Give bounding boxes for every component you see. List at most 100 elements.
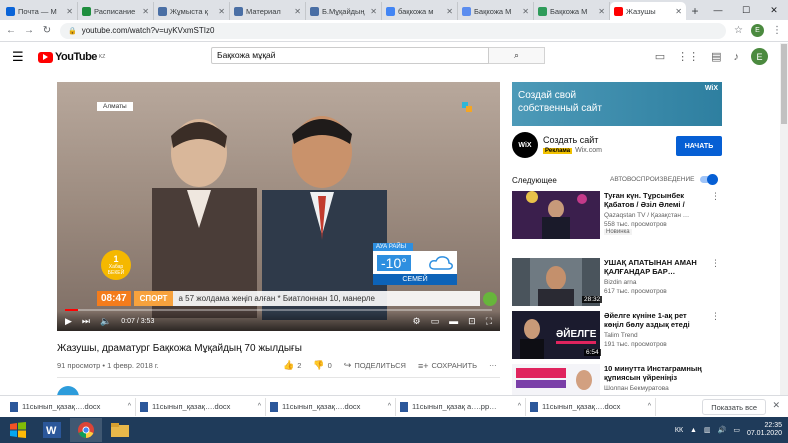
ad-title[interactable]: Создать сайт	[543, 135, 598, 145]
download-item[interactable]: 11сынып_қазақ а….pp… ^	[396, 397, 526, 416]
browser-tab[interactable]: Жазушы ✕	[610, 2, 686, 20]
windows-taskbar: W КК ▲ ▥ 🔊 ▭ 22:35 07.01.2020	[0, 417, 788, 443]
video-duration: 28:32	[582, 296, 603, 303]
video-meta: 91 просмотр • 1 февр. 2018 г.	[57, 361, 159, 370]
search-button[interactable]: ⌕	[489, 47, 545, 64]
tab-close-icon[interactable]: ✕	[294, 7, 301, 16]
windows-logo-icon	[10, 422, 26, 438]
speaker-icon[interactable]: 🔊	[718, 426, 727, 434]
chevron-up-icon[interactable]: ^	[518, 403, 521, 410]
broadcast-time: 08:47	[97, 291, 131, 306]
close-downloads-icon[interactable]: ✕	[772, 400, 780, 411]
fullscreen-icon[interactable]: ⛶	[486, 316, 492, 327]
download-item[interactable]: 11сынып_қазақ….docx ^	[526, 397, 656, 416]
dislike-button[interactable]: 👎 0	[313, 360, 331, 371]
ad-banner[interactable]: Создай свой собственный сайт WiX	[512, 82, 722, 126]
play-icon[interactable]: ▶	[65, 316, 72, 327]
word-app-button[interactable]: W	[36, 418, 68, 442]
search-input[interactable]: Бақкожа мұқай	[211, 47, 489, 64]
browser-tab[interactable]: Бақкожа М ✕	[534, 2, 610, 20]
more-options-icon[interactable]: ⋮	[711, 311, 720, 322]
ad-start-button[interactable]: НАЧАТЬ	[676, 136, 722, 156]
create-video-icon[interactable]: ▭	[655, 50, 665, 63]
chrome-icon	[78, 422, 94, 438]
minimize-icon[interactable]: —	[704, 0, 732, 20]
settings-gear-icon[interactable]: ⚙	[413, 316, 421, 327]
thumbs-down-icon: 👎	[313, 360, 325, 370]
tab-label: Почта — М	[18, 6, 57, 16]
forward-icon[interactable]: →	[24, 25, 34, 36]
advertiser-logo[interactable]: WiX	[512, 132, 538, 158]
list-item[interactable]: 28:32 УШАҚ АПАТЫНАН АМАН ҚАЛҒАНДАР БАР… …	[512, 258, 722, 308]
like-button[interactable]: 👍 2	[283, 360, 301, 371]
scrollbar-thumb[interactable]	[781, 44, 787, 124]
chevron-up-icon[interactable]: ^	[648, 403, 651, 410]
profile-avatar[interactable]: E	[751, 24, 764, 37]
tab-close-icon[interactable]: ✕	[446, 7, 453, 16]
start-button[interactable]	[2, 418, 34, 442]
miniplayer-icon[interactable]: ▭	[431, 316, 440, 327]
address-bar[interactable]: 🔒 youtube.com/watch?v=uyKVxmSTIz0	[60, 22, 727, 39]
back-icon[interactable]: ←	[6, 25, 16, 36]
browser-tab[interactable]: Расписание ✕	[78, 2, 154, 20]
browser-tab[interactable]: бақкожа м ✕	[382, 2, 458, 20]
list-item[interactable]: ӘЙЕЛГЕ 6:54 Әйелге күніне 1-ақ рет көңіл…	[512, 311, 722, 361]
network-icon[interactable]: ▥	[704, 426, 711, 434]
reload-icon[interactable]: ↻	[42, 25, 52, 36]
lock-icon: 🔒	[68, 27, 77, 35]
tab-close-icon[interactable]: ✕	[142, 7, 149, 16]
language-indicator[interactable]: КК	[675, 427, 683, 434]
volume-icon[interactable]: 🔈	[100, 316, 111, 327]
browser-tab[interactable]: Бақкожа М ✕	[458, 2, 534, 20]
tab-close-icon[interactable]: ✕	[675, 7, 682, 16]
chevron-up-icon[interactable]: ^	[258, 403, 261, 410]
new-tab-button[interactable]: +	[686, 2, 704, 20]
chevron-up-icon[interactable]: ^	[388, 403, 391, 410]
youtube-logo[interactable]: YouTube KZ	[38, 51, 105, 63]
chrome-app-button[interactable]	[70, 418, 102, 442]
list-item[interactable]: 10 минутта Инстаграмның құпиясын үйренің…	[512, 364, 722, 395]
apps-grid-icon[interactable]: ⋮⋮	[677, 50, 699, 63]
browser-tab[interactable]: Жұмыста қ ✕	[154, 2, 230, 20]
tab-close-icon[interactable]: ✕	[218, 7, 225, 16]
tab-close-icon[interactable]: ✕	[370, 7, 377, 16]
download-item[interactable]: 11сынып_қазақ….docx ^	[136, 397, 266, 416]
save-button[interactable]: ≡+ СОХРАНИТЬ	[418, 361, 477, 371]
window-close-icon[interactable]: ✕	[760, 0, 788, 20]
more-options-icon[interactable]: ⋮	[711, 258, 720, 269]
cast-icon[interactable]: ⊡	[468, 316, 476, 327]
more-actions-icon[interactable]: ⋯	[489, 361, 497, 370]
browser-tab[interactable]: Б.Мұқайдың ✕	[306, 2, 382, 20]
battery-icon[interactable]: ▭	[733, 426, 740, 434]
next-icon[interactable]: ⏭	[82, 316, 90, 327]
more-options-icon[interactable]: ⋮	[711, 191, 720, 202]
browser-tab[interactable]: Почта — М ✕	[2, 2, 78, 20]
tab-favicon-icon	[82, 6, 91, 16]
chevron-up-icon[interactable]: ^	[128, 403, 131, 410]
file-explorer-button[interactable]	[104, 418, 136, 442]
share-button[interactable]: ↪ ПОДЕЛИТЬСЯ	[344, 360, 406, 371]
notifications-bell-icon[interactable]: ♪	[734, 51, 740, 63]
account-avatar[interactable]: E	[751, 48, 768, 65]
theater-mode-icon[interactable]: ▬	[449, 316, 458, 326]
tab-close-icon[interactable]: ✕	[598, 7, 605, 16]
hamburger-menu-icon[interactable]: ☰	[12, 49, 34, 65]
tab-close-icon[interactable]: ✕	[522, 7, 529, 16]
autoplay-toggle[interactable]	[700, 174, 718, 185]
tab-label: Б.Мұқайдың	[322, 6, 365, 16]
video-player[interactable]: Алматы 1 Хабар БЕКЕЙ АУА РАЙЫ -10° СЕМЕЙ…	[57, 82, 500, 331]
download-filename: 11сынып_қазақ а….pp…	[412, 402, 497, 411]
tab-close-icon[interactable]: ✕	[66, 7, 73, 16]
download-item[interactable]: 11сынып_қазақ….docx ^	[266, 397, 396, 416]
list-item[interactable]: Туған күн. Тұрсынбек Қабатов / Әзіл Әлем…	[512, 191, 722, 241]
browser-menu-icon[interactable]: ⋮	[772, 25, 782, 36]
download-item[interactable]: 11сынып_қазақ….docx ^	[6, 397, 136, 416]
bookmark-star-icon[interactable]: ☆	[734, 25, 743, 36]
tab-label: Жазушы	[626, 6, 656, 16]
maximize-icon[interactable]: ☐	[732, 0, 760, 20]
show-all-downloads-button[interactable]: Показать все	[702, 399, 766, 415]
tray-expand-icon[interactable]: ▲	[690, 427, 697, 434]
browser-tab[interactable]: Материал ✕	[230, 2, 306, 20]
system-clock[interactable]: 22:35 07.01.2020	[747, 422, 782, 439]
messages-icon[interactable]: ▤	[711, 50, 721, 63]
